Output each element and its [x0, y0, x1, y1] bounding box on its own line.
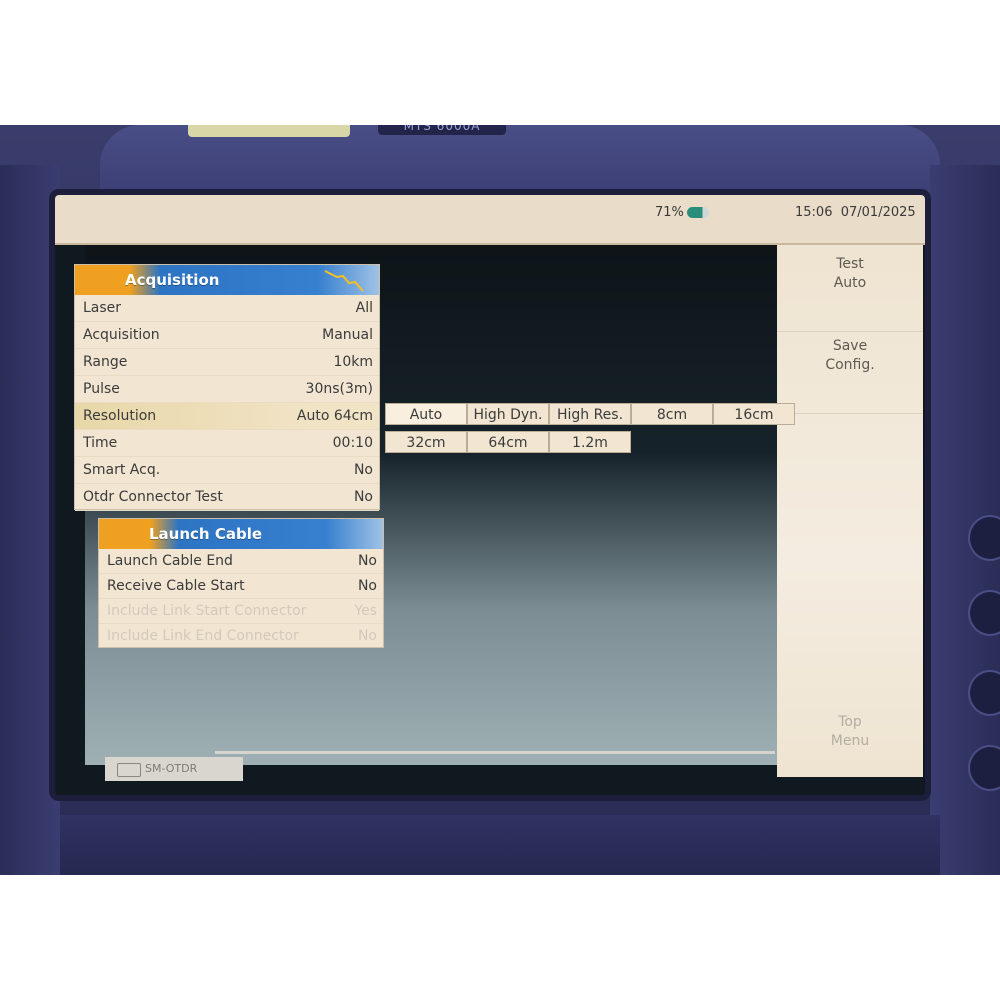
datetime: 15:06 07/01/2025 — [795, 205, 916, 220]
resolution-option-16cm[interactable]: 16cm — [713, 403, 795, 425]
device-left-bezel — [0, 165, 60, 875]
launch-cable-panel-header: Launch Cable — [99, 519, 383, 549]
setting-value: No — [357, 628, 377, 644]
setting-label: Otdr Connector Test — [83, 489, 223, 505]
top-menu-line2: Menu — [830, 733, 870, 749]
acquisition-panel-header: Acquisition — [75, 265, 379, 295]
setting-row-laser[interactable]: Laser All — [75, 295, 379, 322]
status-bar: 71% 15:06 07/01/2025 — [55, 195, 925, 245]
setting-label: Time — [83, 435, 118, 451]
setting-label: Smart Acq. — [83, 462, 161, 478]
setting-label: Receive Cable Start — [107, 578, 245, 594]
resolution-option-auto[interactable]: Auto — [385, 403, 467, 425]
resolution-option-1-2m[interactable]: 1.2m — [549, 431, 631, 453]
test-auto-button[interactable]: Test Auto — [777, 251, 923, 332]
setting-label: Range — [83, 354, 128, 370]
sm-otdr-tab-label: SM-OTDR — [145, 762, 198, 775]
otdr-trace-icon — [324, 270, 364, 292]
clock-time: 15:06 — [795, 205, 833, 220]
acquisition-panel: Acquisition Laser All Acquisition Manual… — [75, 265, 379, 511]
battery-icon — [687, 207, 709, 218]
save-config-button[interactable]: Save Config. — [777, 333, 923, 414]
setting-value: 30ns(3m) — [305, 381, 373, 397]
setting-label: Pulse — [83, 381, 120, 397]
top-menu-line1: Top — [838, 714, 862, 730]
module-icon — [117, 763, 141, 777]
setting-value: Yes — [354, 603, 377, 619]
setting-value: No — [357, 553, 377, 569]
setting-value: No — [353, 489, 373, 505]
setting-value: All — [355, 300, 373, 316]
setting-value: 10km — [333, 354, 373, 370]
resolution-option-32cm[interactable]: 32cm — [385, 431, 467, 453]
setting-value: No — [357, 578, 377, 594]
device-label-plate — [188, 125, 350, 137]
setting-value: Manual — [322, 327, 373, 343]
acquisition-panel-title: Acquisition — [125, 271, 220, 289]
setting-label: Include Link Start Connector — [107, 603, 307, 619]
setting-row-smart-acq[interactable]: Smart Acq. No — [75, 457, 379, 484]
setting-row-receive-cable-start[interactable]: Receive Cable Start No — [99, 574, 383, 599]
setting-row-otdr-connector-test[interactable]: Otdr Connector Test No — [75, 484, 379, 511]
progress-line — [215, 751, 775, 754]
setting-label: Laser — [83, 300, 122, 316]
test-auto-line1: Test — [836, 256, 864, 272]
resolution-option-high-dyn[interactable]: High Dyn. — [467, 403, 549, 425]
setting-row-include-link-start-connector[interactable]: Include Link Start Connector Yes — [99, 599, 383, 624]
top-menu-button[interactable]: Top Menu — [777, 713, 923, 763]
device-model-label: MTS 6000A — [378, 125, 506, 135]
resolution-option-high-res[interactable]: High Res. — [549, 403, 631, 425]
setting-value: 00:10 — [332, 435, 373, 451]
clock-date: 07/01/2025 — [840, 205, 916, 220]
setting-value: No — [353, 462, 373, 478]
save-config-line2: Config. — [825, 357, 875, 373]
setting-row-range[interactable]: Range 10km — [75, 349, 379, 376]
setting-row-resolution[interactable]: Resolution Auto 64cm — [75, 403, 379, 430]
otdr-screen: 71% 15:06 07/01/2025 Test Auto Save Conf… — [55, 195, 925, 795]
battery-percent: 71% — [655, 205, 684, 220]
setting-row-time[interactable]: Time 00:10 — [75, 430, 379, 457]
sm-otdr-tab[interactable]: SM-OTDR — [105, 757, 243, 781]
setting-label: Launch Cable End — [107, 553, 233, 569]
right-softkey-menu: Test Auto Save Config. Top Menu — [777, 245, 923, 777]
setting-label: Include Link End Connector — [107, 628, 299, 644]
setting-row-acquisition[interactable]: Acquisition Manual — [75, 322, 379, 349]
resolution-option-8cm[interactable]: 8cm — [631, 403, 713, 425]
save-config-line1: Save — [832, 338, 868, 354]
launch-cable-panel: Launch Cable Launch Cable End No Receive… — [99, 519, 383, 647]
setting-row-launch-cable-end[interactable]: Launch Cable End No — [99, 549, 383, 574]
setting-row-include-link-end-connector[interactable]: Include Link End Connector No — [99, 624, 383, 648]
device-bottom-bezel — [60, 815, 940, 875]
setting-value: Auto 64cm — [296, 408, 373, 424]
setting-row-pulse[interactable]: Pulse 30ns(3m) — [75, 376, 379, 403]
resolution-option-64cm[interactable]: 64cm — [467, 431, 549, 453]
device-photo: MTS 6000A 71% 15:06 07/01/2025 Test Auto… — [0, 125, 1000, 875]
setting-label: Resolution — [83, 408, 157, 424]
launch-cable-panel-title: Launch Cable — [149, 525, 263, 543]
setting-label: Acquisition — [83, 327, 160, 343]
test-auto-line2: Auto — [833, 275, 867, 291]
